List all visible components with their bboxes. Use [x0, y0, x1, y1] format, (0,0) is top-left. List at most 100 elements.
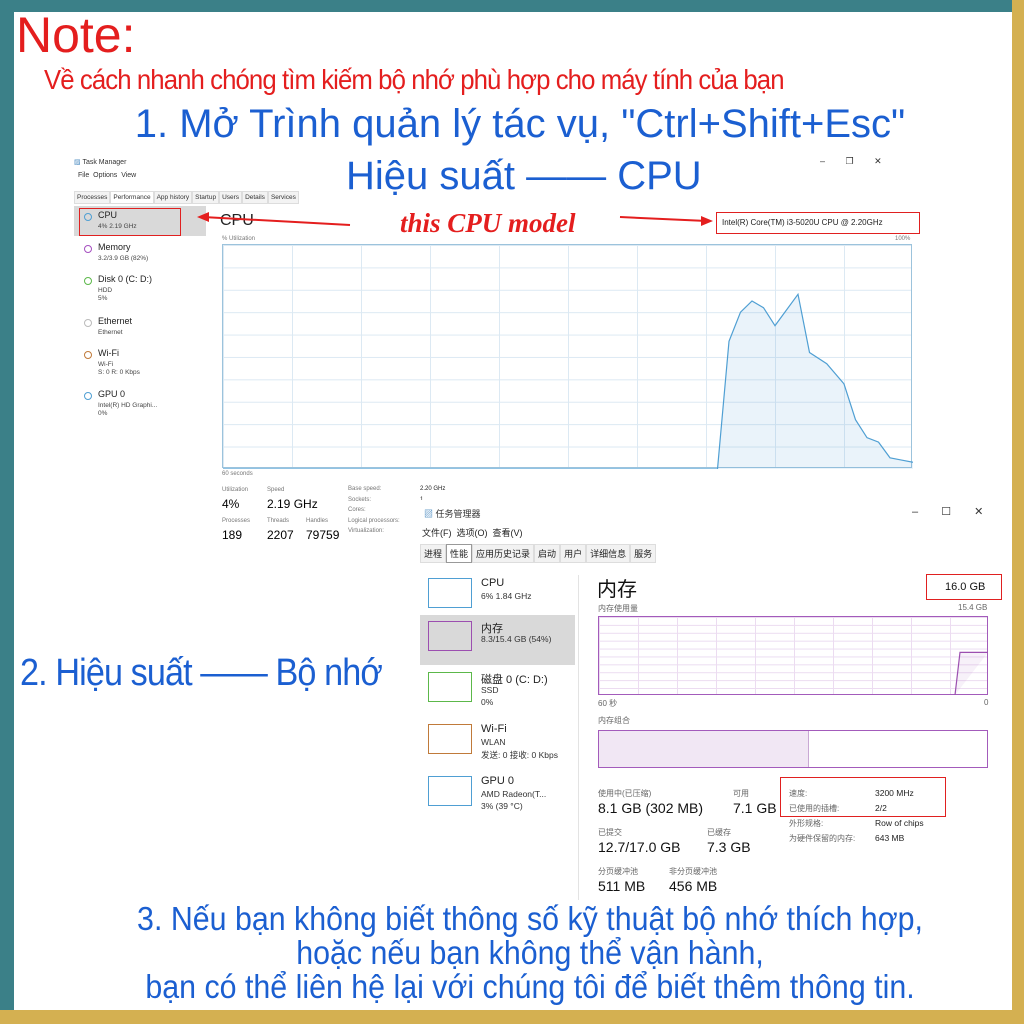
window-title-text: Task Manager	[82, 159, 127, 166]
arrow-to-cpu-item	[202, 216, 351, 226]
stat-label: 可用	[733, 789, 749, 798]
sidebar-item-title: Wi-Fi	[98, 348, 119, 358]
sidebar-item-1[interactable]: 内存 8.3/15.4 GB (54%)	[420, 615, 575, 665]
sidebar-item-memory[interactable]: Memory 3.2/3.9 GB (82%)	[80, 242, 200, 272]
thumbnail-graph	[428, 578, 472, 608]
menu-options[interactable]: Options	[93, 172, 117, 179]
sidebar-item-gpu[interactable]: GPU 0 Intel(R) HD Graphi... 0%	[80, 389, 200, 419]
sidebar-item-wi-fi[interactable]: Wi-Fi Wi-Fi S: 0 R: 0 Kbps	[80, 348, 200, 378]
tab-details[interactable]: 详细信息	[586, 544, 631, 563]
minimize-icon[interactable]: –	[912, 506, 918, 518]
processes-label: Processes	[222, 518, 251, 524]
sidebar-item-title: Wi-Fi	[481, 723, 507, 735]
spec-value: 643 MB	[875, 833, 905, 843]
stat-label: 使用中(已压缩)	[598, 789, 652, 798]
note-subtitle: Về cách nhanh chóng tìm kiếm bộ nhớ phù …	[44, 64, 785, 95]
graph-time: 60 seconds	[222, 471, 253, 477]
sidebar-item-title: Memory	[98, 242, 131, 252]
memory-line	[954, 651, 988, 695]
stat-label: 分页缓冲池	[598, 867, 638, 876]
window-title: ▨ Task Manager	[74, 158, 126, 166]
stat-value: 456 MB	[669, 878, 718, 894]
sidebar-item-disk[interactable]: Disk 0 (C: D:) HDD 5%	[80, 274, 200, 304]
utilization-label: Utilization	[222, 487, 249, 493]
close-icon[interactable]: ✕	[874, 156, 882, 166]
spec-label: Logical processors:	[348, 517, 400, 524]
step3-line2: hoặc nếu bạn không thể vận hành,	[296, 934, 764, 971]
memory-total: 16.0 GB	[926, 574, 1002, 600]
memory-usage-graph	[598, 616, 988, 695]
tab-startup[interactable]: Startup	[192, 191, 220, 204]
cn-window-title: ▨ 任务管理器	[424, 507, 481, 520]
processes-value: 189	[222, 528, 243, 542]
threads-label: Threads	[267, 518, 290, 524]
stat-value: 12.7/17.0 GB	[598, 839, 681, 855]
spec-label: Cores:	[348, 507, 366, 513]
step1-line2: Hiệu suất —— CPU	[346, 154, 702, 198]
menu-file[interactable]: File	[78, 172, 89, 179]
speed-label: Speed	[267, 487, 285, 493]
minimize-icon[interactable]: –	[820, 156, 825, 166]
sidebar-item-4[interactable]: GPU 0 AMD Radeon(T... 3% (39 °C)	[420, 770, 575, 820]
tab-startup[interactable]: 启动	[534, 544, 561, 563]
utilization-value: 4%	[222, 497, 240, 511]
sidebar-item-sub: WLAN	[481, 737, 506, 747]
cn-window-controls: – ☐ ✕	[912, 505, 983, 518]
thumbnail-graph	[428, 776, 472, 806]
tab-processes[interactable]: 进程	[420, 544, 447, 563]
spec-label: 外形规格:	[789, 819, 824, 828]
spec-value: Row of chips	[875, 818, 924, 828]
graph-label: % Utilization	[222, 236, 256, 242]
maximize-icon[interactable]: ☐	[941, 506, 951, 518]
sidebar-item-sub: 8.3/15.4 GB (54%)	[481, 634, 552, 644]
menu-file[interactable]: 文件(F)	[422, 528, 452, 538]
spec-value: 2/2	[875, 803, 887, 813]
status-circle-icon	[84, 319, 92, 327]
sidebar-item-cpu[interactable]: CPU 4% 2.19 GHz	[80, 210, 200, 240]
spec-value: 2.20 GHz	[420, 486, 446, 492]
maximize-icon[interactable]: ❐	[846, 156, 854, 166]
menu-view[interactable]: 查看(V)	[493, 528, 523, 538]
tab-app-history[interactable]: App history	[153, 191, 193, 204]
sidebar-item-ethernet[interactable]: Ethernet Ethernet	[80, 316, 200, 346]
tab-details[interactable]: Details	[242, 191, 268, 204]
spec-label: 已使用的插槽:	[789, 804, 840, 813]
handles-label: Handles	[306, 518, 329, 524]
sidebar-item-title: Ethernet	[98, 316, 133, 326]
spec-label: 速度:	[789, 789, 808, 798]
tab-services[interactable]: Services	[267, 191, 299, 204]
close-icon[interactable]: ✕	[974, 506, 983, 518]
memory-composition-bar	[598, 730, 988, 768]
thumbnail-graph	[428, 621, 472, 651]
stat-label: 已提交	[598, 828, 622, 837]
step3-line3: bạn có thể liên hệ lại với chúng tôi để …	[145, 968, 915, 1005]
menu-options[interactable]: 选项(O)	[457, 528, 488, 538]
sidebar-item-2[interactable]: 磁盘 0 (C: D:) SSD 0%	[420, 666, 575, 716]
stat-label: 非分页缓冲池	[669, 867, 717, 876]
frame-top	[0, 0, 1024, 12]
status-circle-icon	[84, 213, 92, 221]
tab-performance[interactable]: Performance	[110, 191, 154, 204]
threads-value: 2207	[267, 528, 294, 542]
tab-users[interactable]: Users	[219, 191, 243, 204]
cn-main-title: 内存	[597, 579, 637, 601]
sidebar-item-sub: Wi-Fi	[98, 361, 114, 368]
spec-label: 为硬件保留的内存:	[789, 834, 856, 843]
tab-processes[interactable]: Processes	[74, 191, 111, 204]
sidebar-item-sub2: 0%	[481, 697, 494, 707]
stat-value: 8.1 GB (302 MB)	[598, 800, 704, 816]
cpu-model: Intel(R) Core(TM) i3-5020U CPU @ 2.20GHz	[716, 212, 920, 234]
tab-app-history[interactable]: 应用历史记录	[472, 544, 535, 563]
divider	[578, 575, 579, 900]
sidebar-item-sub: 6% 1.84 GHz	[481, 591, 532, 601]
tab-users[interactable]: 用户	[560, 544, 587, 563]
status-circle-icon	[84, 277, 92, 285]
memory-usage-svg	[954, 651, 988, 695]
stat-label: 已缓存	[707, 828, 731, 837]
tab-services[interactable]: 服务	[630, 544, 657, 563]
sidebar-item-sub: 3.2/3.9 GB (82%)	[98, 255, 149, 262]
menu-view[interactable]: View	[121, 172, 136, 179]
frame-right	[1012, 0, 1024, 1024]
tab-performance[interactable]: 性能	[446, 544, 473, 563]
sidebar-item-3[interactable]: Wi-Fi WLAN 发送: 0 接收: 0 Kbps	[420, 718, 575, 768]
